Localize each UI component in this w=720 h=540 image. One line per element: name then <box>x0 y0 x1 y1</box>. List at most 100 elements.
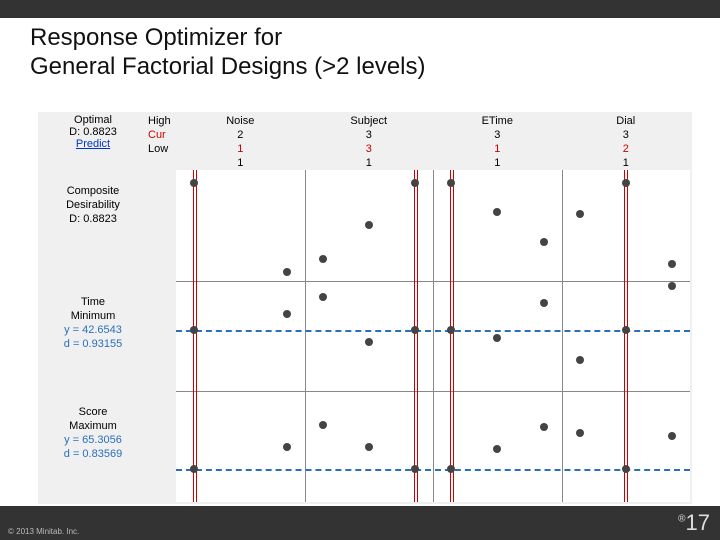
row-label-line: Desirability <box>38 198 148 212</box>
factor-min: 1 <box>176 156 304 170</box>
data-point <box>540 238 548 246</box>
data-point <box>447 326 455 334</box>
data-point <box>668 260 676 268</box>
data-point <box>447 179 455 187</box>
row-label-line: Maximum <box>38 419 148 433</box>
grid-h <box>176 281 690 282</box>
title-line-1: Response Optimizer for <box>30 24 282 51</box>
row-label-0: CompositeDesirabilityD: 0.8823 <box>38 184 148 226</box>
factor-min: 1 <box>433 156 561 170</box>
d-value: D: 0.8823 <box>38 126 148 138</box>
cur-line[interactable] <box>196 170 197 502</box>
factor-name: Subject <box>305 114 433 128</box>
factor-name: Noise <box>176 114 304 128</box>
factor-max: 3 <box>305 128 433 142</box>
grid-v <box>562 170 563 502</box>
optimizer-chart: Optimal D: 0.8823 Predict High Cur Low N… <box>38 112 692 504</box>
data-point <box>576 429 584 437</box>
cur-line[interactable] <box>450 170 451 502</box>
page-num-text: 17 <box>686 510 710 535</box>
row-label-line: D: 0.8823 <box>38 212 148 226</box>
data-point <box>319 421 327 429</box>
low-label: Low <box>148 142 176 156</box>
title-line-2: General Factorial Designs (>2 levels) <box>30 53 426 80</box>
data-point <box>365 443 373 451</box>
row-label-line: Minimum <box>38 309 148 323</box>
factor-max: 3 <box>433 128 561 142</box>
row-label-line: Score <box>38 405 148 419</box>
factor-cur: 1 <box>176 142 304 156</box>
row-label-1: TimeMinimumy = 42.6543d = 0.93155 <box>38 295 148 351</box>
cur-label: Cur <box>148 128 176 142</box>
footer-bar: © 2013 Minitab. Inc. ®17 <box>0 506 720 540</box>
target-line <box>176 469 690 471</box>
data-point <box>411 326 419 334</box>
factor-dial: Dial321 <box>562 114 690 170</box>
factor-max: 2 <box>176 128 304 142</box>
data-point <box>365 221 373 229</box>
row-label-2: ScoreMaximumy = 65.3056d = 0.83569 <box>38 405 148 461</box>
data-point <box>190 179 198 187</box>
data-point <box>493 208 501 216</box>
row-label-line: y = 65.3056 <box>38 433 148 447</box>
cur-line[interactable] <box>417 170 418 502</box>
data-point <box>447 465 455 473</box>
page-number: ®17 <box>678 510 710 536</box>
data-point <box>411 465 419 473</box>
registered-mark: ® <box>678 514 685 525</box>
data-point <box>668 282 676 290</box>
factor-max: 3 <box>562 128 690 142</box>
factor-min: 1 <box>305 156 433 170</box>
row-label-line: y = 42.6543 <box>38 323 148 337</box>
data-point <box>622 179 630 187</box>
cur-line[interactable] <box>193 170 194 502</box>
data-point <box>365 338 373 346</box>
factor-cur: 2 <box>562 142 690 156</box>
data-point <box>411 179 419 187</box>
data-point <box>283 268 291 276</box>
row-label-line: Composite <box>38 184 148 198</box>
data-point <box>283 310 291 318</box>
data-point <box>576 210 584 218</box>
factor-cur: 1 <box>433 142 561 156</box>
factor-etime: ETime311 <box>433 114 561 170</box>
row-label-line: Time <box>38 295 148 309</box>
high-label: High <box>148 114 176 128</box>
factor-cur: 3 <box>305 142 433 156</box>
factor-noise: Noise211 <box>176 114 304 170</box>
cur-line[interactable] <box>453 170 454 502</box>
factor-name: Dial <box>562 114 690 128</box>
grid-h <box>176 391 690 392</box>
cur-line[interactable] <box>624 170 625 502</box>
data-point <box>493 334 501 342</box>
grid-v <box>305 170 306 502</box>
data-point <box>190 326 198 334</box>
data-point <box>319 255 327 263</box>
plot-area <box>176 170 690 502</box>
cur-line[interactable] <box>627 170 628 502</box>
header-row: Optimal D: 0.8823 Predict High Cur Low N… <box>38 112 692 170</box>
row-label-line: d = 0.93155 <box>38 337 148 351</box>
data-point <box>622 326 630 334</box>
copyright: © 2013 Minitab. Inc. <box>8 527 79 536</box>
factor-subject: Subject331 <box>305 114 433 170</box>
data-point <box>319 293 327 301</box>
row-label-line: d = 0.83569 <box>38 447 148 461</box>
top-bar <box>0 0 720 18</box>
level-labels: High Cur Low <box>148 114 176 156</box>
data-point <box>668 432 676 440</box>
data-point <box>190 465 198 473</box>
data-point <box>493 445 501 453</box>
data-point <box>540 423 548 431</box>
predict-link[interactable]: Predict <box>38 138 148 150</box>
data-point <box>283 443 291 451</box>
optimal-label: Optimal <box>38 114 148 126</box>
optimal-block: Optimal D: 0.8823 Predict <box>38 114 148 150</box>
factor-min: 1 <box>562 156 690 170</box>
grid-v <box>433 170 434 502</box>
data-point <box>576 356 584 364</box>
data-point <box>540 299 548 307</box>
cur-line[interactable] <box>414 170 415 502</box>
data-point <box>622 465 630 473</box>
slide-title: Response Optimizer for General Factorial… <box>0 18 720 86</box>
